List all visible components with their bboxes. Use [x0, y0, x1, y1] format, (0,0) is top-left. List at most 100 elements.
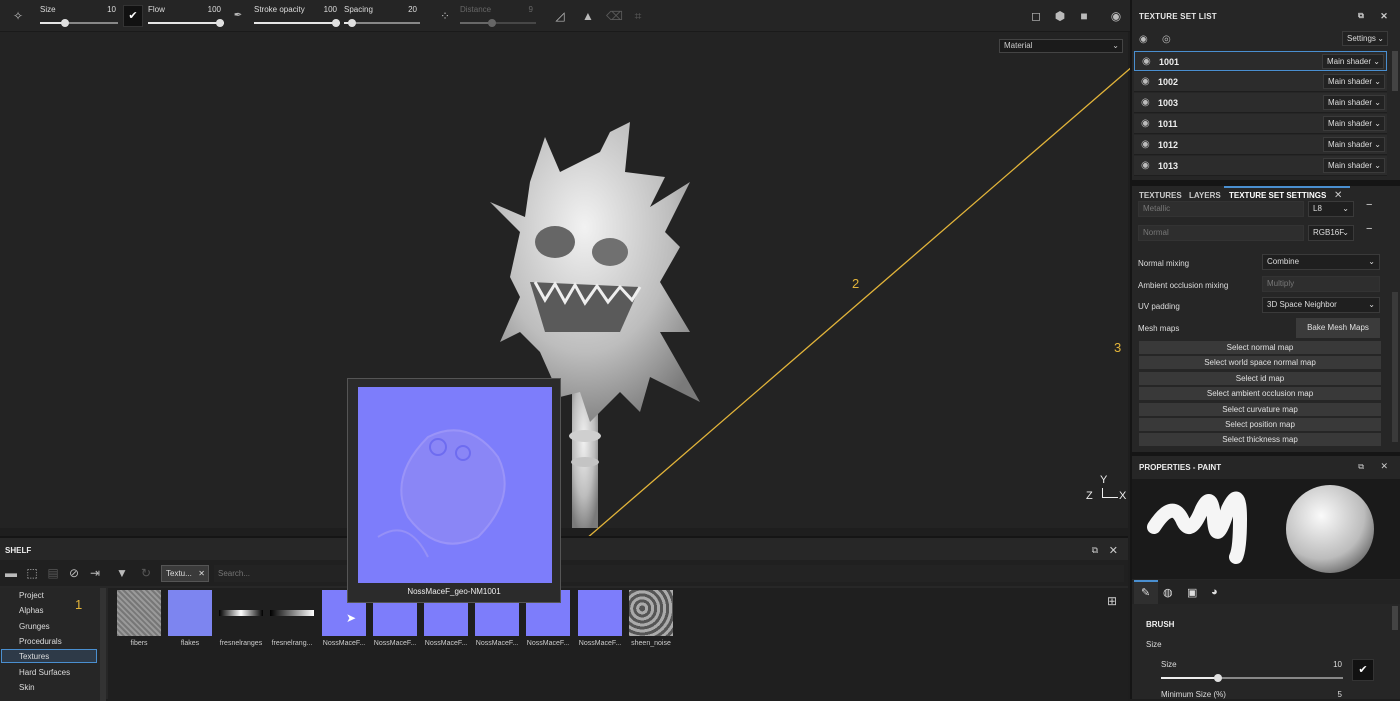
category-grunges[interactable]: Grunges — [19, 622, 50, 631]
spacing-value[interactable]: 20 — [387, 5, 417, 14]
stencil-tab-icon[interactable]: ◕ — [1211, 586, 1218, 598]
size-slider[interactable] — [40, 19, 118, 27]
remove-channel-icon[interactable]: − — [1366, 199, 1372, 211]
texture-set-row[interactable]: ◉ 1012 Main shader ⌄ — [1134, 135, 1387, 155]
video-camera-icon[interactable]: ■ — [1076, 8, 1092, 24]
maximize-icon[interactable]: ⧉ — [1358, 462, 1364, 472]
size-pen-icon[interactable]: ✔ — [1352, 659, 1374, 681]
alpha-tab-icon[interactable]: ▣ — [1187, 586, 1197, 599]
select-position-map-button[interactable]: Select position map — [1139, 418, 1381, 431]
new-resource-icon[interactable]: ⬚ — [24, 565, 40, 581]
min-size-value[interactable]: 5 — [1322, 690, 1342, 699]
thumb-fibers[interactable] — [117, 590, 161, 636]
category-alphas[interactable]: Alphas — [19, 606, 43, 615]
eye-icon[interactable]: ◉ — [1141, 139, 1150, 150]
texture-set-row[interactable]: ◉ 1002 Main shader ⌄ — [1134, 72, 1387, 92]
thumb-nossmace-6[interactable] — [578, 590, 622, 636]
cube-view-icon[interactable]: ⬢ — [1052, 8, 1068, 24]
eye-icon[interactable]: ◎ — [1162, 34, 1171, 45]
material-tab-icon[interactable]: ◍ — [1163, 586, 1173, 599]
folder-icon[interactable]: ▬ — [3, 565, 19, 581]
select-world-space-normal-map-button[interactable]: Select world space normal map — [1139, 356, 1381, 369]
thumb-sheen-noise[interactable] — [629, 590, 673, 636]
symmetry-icon[interactable]: ◿ — [552, 8, 568, 24]
select-thickness-map-button[interactable]: Select thickness map — [1139, 433, 1381, 446]
select-ao-map-button[interactable]: Select ambient occlusion map — [1139, 387, 1381, 400]
settings-dropdown[interactable]: Settings ⌄ — [1342, 31, 1388, 46]
hide-icon[interactable]: ⊘ — [66, 565, 82, 581]
axis-y-label: Y — [1100, 474, 1108, 486]
eye-icon[interactable]: ◉ — [1142, 56, 1151, 67]
category-project[interactable]: Project — [19, 591, 44, 600]
category-textures[interactable]: Textures — [19, 652, 49, 661]
eye-icon[interactable]: ◉ — [1141, 76, 1150, 87]
flow-slider[interactable] — [148, 19, 224, 27]
tab-textures[interactable]: TEXTURES — [1139, 191, 1182, 200]
select-normal-map-button[interactable]: Select normal map — [1139, 341, 1381, 354]
metallic-format-select[interactable]: L8 ⌄ — [1308, 201, 1354, 217]
viewport-mode-select[interactable]: Material ⌄ — [999, 39, 1123, 53]
brush-icon[interactable]: ✎ — [1141, 586, 1150, 599]
filter-chip[interactable]: Textu... ✕ — [161, 565, 209, 582]
texture-set-row[interactable]: ◉ 1013 Main shader ⌄ — [1134, 156, 1387, 176]
category-procedurals[interactable]: Procedurals — [19, 637, 62, 646]
list-scrollbar[interactable] — [1392, 51, 1398, 91]
settings-scrollbar[interactable] — [1392, 292, 1398, 442]
thumb-flakes[interactable] — [168, 590, 212, 636]
maximize-icon[interactable]: ⧉ — [1092, 545, 1098, 556]
category-scrollbar[interactable] — [100, 588, 106, 701]
shader-select[interactable]: Main shader ⌄ — [1323, 95, 1385, 110]
size-slider[interactable] — [1161, 674, 1343, 682]
close-icon[interactable]: ✕ — [1380, 461, 1388, 472]
eye-settings-icon[interactable]: ◉ — [1139, 34, 1148, 45]
flow-pen-icon[interactable]: ✒ — [230, 8, 246, 24]
normal-format-select[interactable]: RGB16F ⌄ — [1308, 225, 1354, 241]
eye-icon[interactable]: ◉ — [1141, 97, 1150, 108]
import-icon[interactable]: ⇥ — [87, 565, 103, 581]
shader-select[interactable]: Main shader ⌄ — [1322, 54, 1384, 69]
brush-tool-icon[interactable]: ✧ — [10, 8, 26, 24]
screenshot-camera-icon[interactable]: ◉ — [1108, 8, 1124, 24]
camera-frame-icon[interactable]: ◻ — [1028, 8, 1044, 24]
grid-view-icon[interactable]: ⊞ — [1107, 594, 1117, 608]
tab-layers[interactable]: LAYERS — [1189, 191, 1221, 200]
category-skin[interactable]: Skin — [19, 683, 35, 692]
eye-icon[interactable]: ◉ — [1141, 118, 1150, 129]
texture-set-row[interactable]: ◉ 1001 Main shader ⌄ — [1134, 51, 1387, 71]
flow-value[interactable]: 100 — [191, 5, 221, 14]
close-icon[interactable]: ✕ — [1380, 11, 1388, 22]
select-id-map-button[interactable]: Select id map — [1139, 372, 1381, 385]
bake-mesh-maps-button[interactable]: Bake Mesh Maps — [1296, 318, 1380, 338]
shader-select[interactable]: Main shader ⌄ — [1323, 74, 1385, 89]
size-value[interactable]: 10 — [1322, 660, 1342, 669]
thumb-fresnelranges[interactable] — [219, 610, 263, 616]
properties-scrollbar[interactable] — [1392, 606, 1398, 630]
shader-select[interactable]: Main shader ⌄ — [1323, 158, 1385, 173]
tab-close-icon[interactable]: ✕ — [1334, 190, 1342, 201]
spacing-slider[interactable] — [344, 19, 420, 27]
texture-set-row[interactable]: ◉ 1011 Main shader ⌄ — [1134, 114, 1387, 134]
thumb-fresnelranges-2[interactable] — [270, 610, 314, 616]
stroke-opacity-value[interactable]: 100 — [307, 5, 337, 14]
stroke-opacity-slider[interactable] — [254, 19, 340, 27]
remove-channel-icon[interactable]: − — [1366, 223, 1372, 235]
brush-preview-icon[interactable]: ✔ — [123, 5, 143, 27]
eye-icon[interactable]: ◉ — [1141, 160, 1150, 171]
shader-select[interactable]: Main shader ⌄ — [1323, 137, 1385, 152]
chip-close-icon[interactable]: ✕ — [198, 566, 205, 581]
close-icon[interactable]: ✕ — [1109, 544, 1118, 557]
filter-icon[interactable]: ▼ — [114, 565, 130, 581]
texture-set-row[interactable]: ◉ 1003 Main shader ⌄ — [1134, 93, 1387, 113]
size-value[interactable]: 10 — [86, 5, 116, 14]
3d-viewport[interactable]: 2 3 — [0, 32, 1128, 528]
select-curvature-map-button[interactable]: Select curvature map — [1139, 403, 1381, 416]
tab-texture-set-settings[interactable]: TEXTURE SET SETTINGS — [1229, 191, 1326, 200]
category-hard-surfaces[interactable]: Hard Surfaces — [19, 668, 70, 677]
maximize-icon[interactable]: ⧉ — [1358, 11, 1364, 21]
mirror-icon[interactable]: ▲ — [580, 8, 596, 24]
normal-mixing-select[interactable]: Combine ⌄ — [1262, 254, 1380, 270]
uv-padding-select[interactable]: 3D Space Neighbor ⌄ — [1262, 297, 1380, 313]
axis-x-label: X — [1119, 490, 1127, 502]
lazy-mouse-icon[interactable]: ⁘ — [437, 8, 453, 24]
shader-select[interactable]: Main shader ⌄ — [1323, 116, 1385, 131]
